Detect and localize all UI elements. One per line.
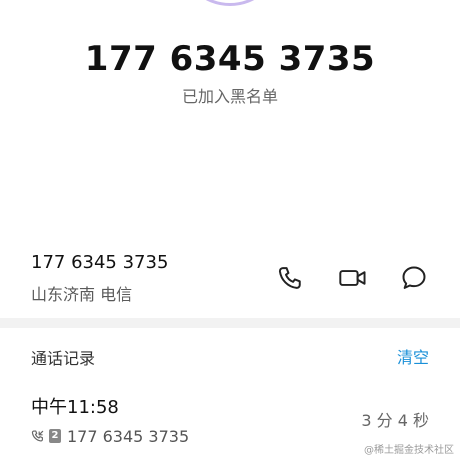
section-divider (0, 318, 460, 328)
call-log-header: 通话记录 清空 (0, 344, 460, 374)
call-log-entry[interactable]: 中午11:58 2 177 6345 3735 3 分 4 秒 (0, 392, 460, 452)
call-duration: 3 分 4 秒 (361, 411, 429, 430)
message-button[interactable] (398, 262, 430, 294)
call-time: 中午11:58 (31, 397, 119, 418)
page-title-phone-number: 177 6345 3735 (84, 39, 376, 79)
call-details: 2 177 6345 3735 (31, 425, 189, 447)
incoming-call-icon (31, 429, 45, 443)
video-call-button[interactable] (337, 262, 369, 294)
call-log-title: 通话记录 (31, 349, 96, 368)
watermark: @稀土掘金技术社区 (364, 445, 454, 456)
contact-detail-page: 177 6345 3735 已加入黑名单 177 6345 3735 山东济南 … (0, 0, 460, 460)
video-camera-icon (339, 270, 366, 286)
message-bubble-icon (402, 266, 426, 289)
call-number: 177 6345 3735 (67, 426, 190, 446)
blacklist-status: 已加入黑名单 (181, 87, 278, 106)
phone-icon (278, 267, 301, 289)
contact-location-carrier: 山东济南 电信 (31, 285, 133, 304)
clear-call-log-button[interactable]: 清空 (397, 347, 429, 369)
call-button[interactable] (275, 262, 307, 294)
avatar[interactable] (178, 0, 282, 6)
sim-card-icon: 2 (49, 429, 61, 443)
contact-number-row[interactable]: 177 6345 3735 山东济南 电信 (0, 248, 460, 308)
contact-number: 177 6345 3735 (31, 252, 169, 273)
